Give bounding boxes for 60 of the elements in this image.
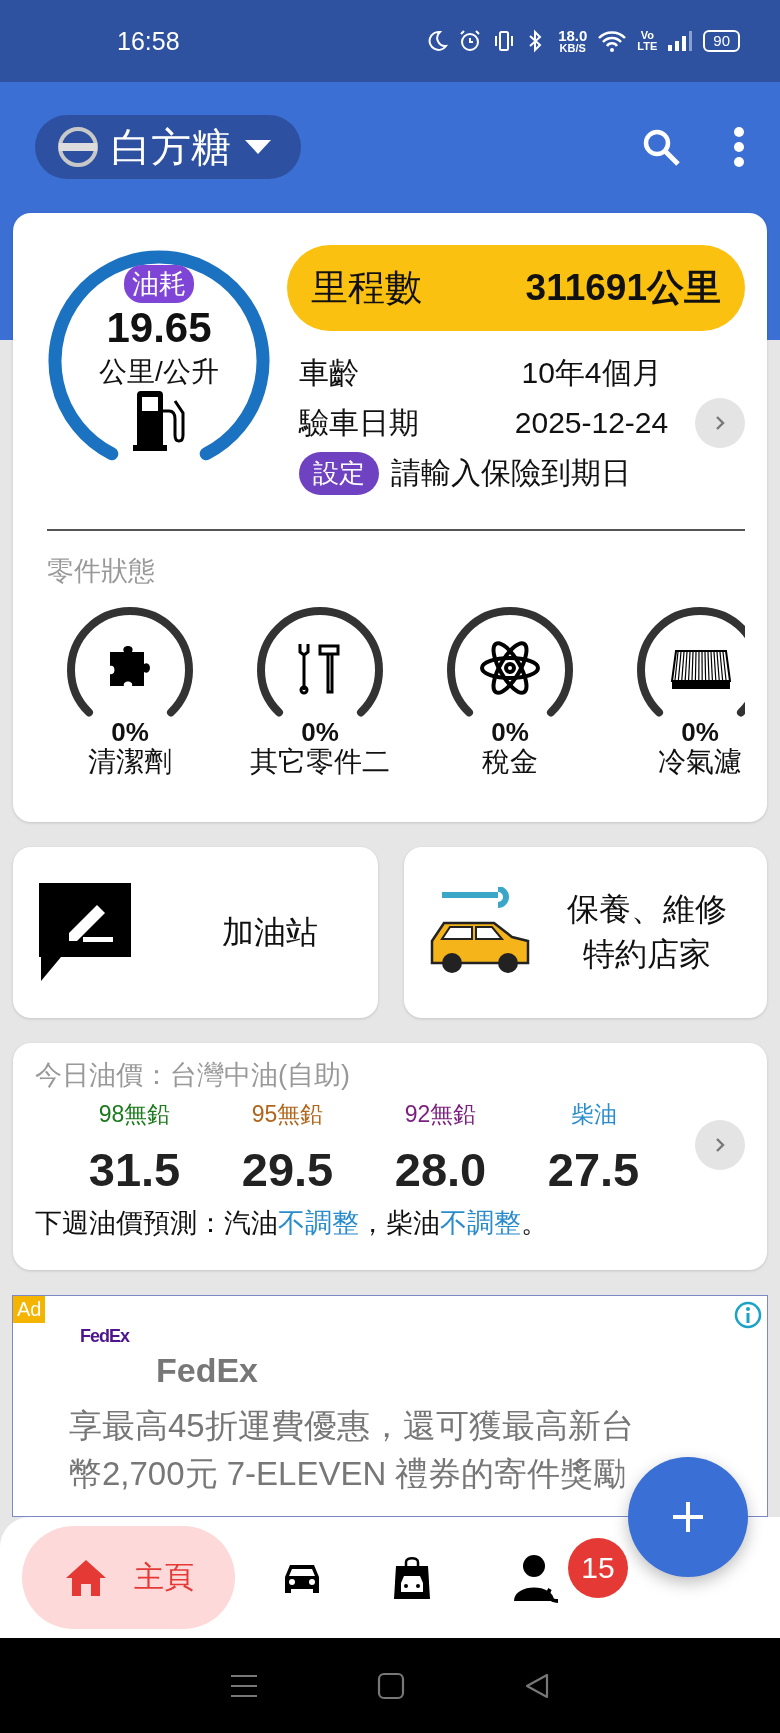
consumption-label: 油耗	[124, 265, 194, 303]
info-value: 2025-12-24	[513, 406, 670, 440]
price-forecast: 下週油價預測：汽油不調整，柴油不調整。	[35, 1206, 549, 1240]
wifi-icon	[597, 30, 628, 52]
part-name: 其它零件二	[250, 745, 390, 779]
shortcut-label: 保養、維修特約店家	[566, 890, 728, 975]
part-name: 冷氣濾	[658, 745, 742, 779]
mileage-value: 311691公里	[525, 266, 721, 310]
part-percent: 0%	[301, 719, 339, 745]
fuel-price: 27.5	[547, 1141, 640, 1197]
section-title: 零件狀態	[47, 555, 156, 588]
moon-icon	[426, 30, 449, 52]
search-icon[interactable]	[641, 127, 681, 167]
ad-banner[interactable]: Ad FedEx FedEx 享最高45折運費優惠，還可獲最高新台幣2,700元 7-ELEVEN 禮券的寄件獎勵	[12, 1294, 768, 1517]
fuel-price-title: 今日油價：台灣中油(自助)	[35, 1058, 351, 1092]
home-square-icon[interactable]	[377, 1671, 405, 1700]
ad-body-text: 享最高45折運費優惠，還可獲最高新台幣2,700元 7-ELEVEN 禮券的寄件獎勵	[69, 1405, 635, 1494]
fuel-grade-name: 95無鉛	[251, 1099, 324, 1129]
info-label: 驗車日期	[299, 404, 420, 441]
fuel-price: 28.0	[394, 1141, 487, 1197]
part-name: 清潔劑	[88, 745, 172, 779]
part-percent: 0%	[491, 719, 529, 745]
insurance-prompt: 請輸入保險到期日	[391, 454, 631, 491]
volte-indicator: Vo LTE	[637, 30, 658, 52]
edit-bubble-icon	[39, 883, 131, 982]
fuel-grade-name: 98無鉛	[98, 1099, 171, 1129]
shortcut-card[interactable]: 加油站	[13, 846, 378, 1018]
info-value: 10年4個月	[520, 354, 663, 391]
shortcut-card[interactable]: 保養、維修特約店家	[404, 846, 767, 1018]
part-percent: 0%	[111, 719, 149, 745]
info-icon[interactable]	[733, 1299, 763, 1330]
plus-icon	[671, 1500, 705, 1534]
ad-headline: FedEx	[156, 1351, 259, 1388]
network-speed: 18.0 KB/S	[558, 28, 588, 54]
consumption-value: 19.65	[106, 303, 212, 353]
set-insurance-button[interactable]: 設定	[299, 451, 379, 495]
shopping-bag-car-icon	[392, 1555, 432, 1600]
part-name: 稅金	[482, 745, 538, 779]
mileage-label: 里程數	[311, 266, 422, 310]
fuel-pump-icon	[133, 391, 185, 452]
dropdown-caret-icon	[243, 138, 273, 156]
notification-badge: 15	[568, 1538, 628, 1598]
info-label: 車齡	[299, 354, 360, 391]
status-time: 16:58	[117, 26, 180, 56]
shortcut-label: 加油站	[221, 912, 319, 952]
fuel-price: 29.5	[241, 1141, 334, 1197]
signal-icon	[667, 30, 694, 52]
part-percent: 0%	[681, 719, 719, 745]
battery-indicator: 90	[703, 30, 740, 52]
ad-tag: Ad	[13, 1295, 46, 1323]
fuel-grade-name: 92無鉛	[404, 1099, 477, 1129]
car-brand-logo-icon	[57, 126, 99, 168]
back-icon[interactable]	[523, 1671, 551, 1700]
menu-icon[interactable]	[229, 1672, 259, 1699]
more-menu-icon[interactable]	[733, 127, 745, 167]
consumption-unit: 公里/公升	[99, 355, 219, 390]
fuel-grade-name: 柴油	[570, 1099, 617, 1129]
car-selector[interactable]: 白方糖	[35, 115, 301, 179]
ad-logo: FedEx	[80, 1325, 130, 1347]
fuel-price: 31.5	[88, 1141, 181, 1197]
